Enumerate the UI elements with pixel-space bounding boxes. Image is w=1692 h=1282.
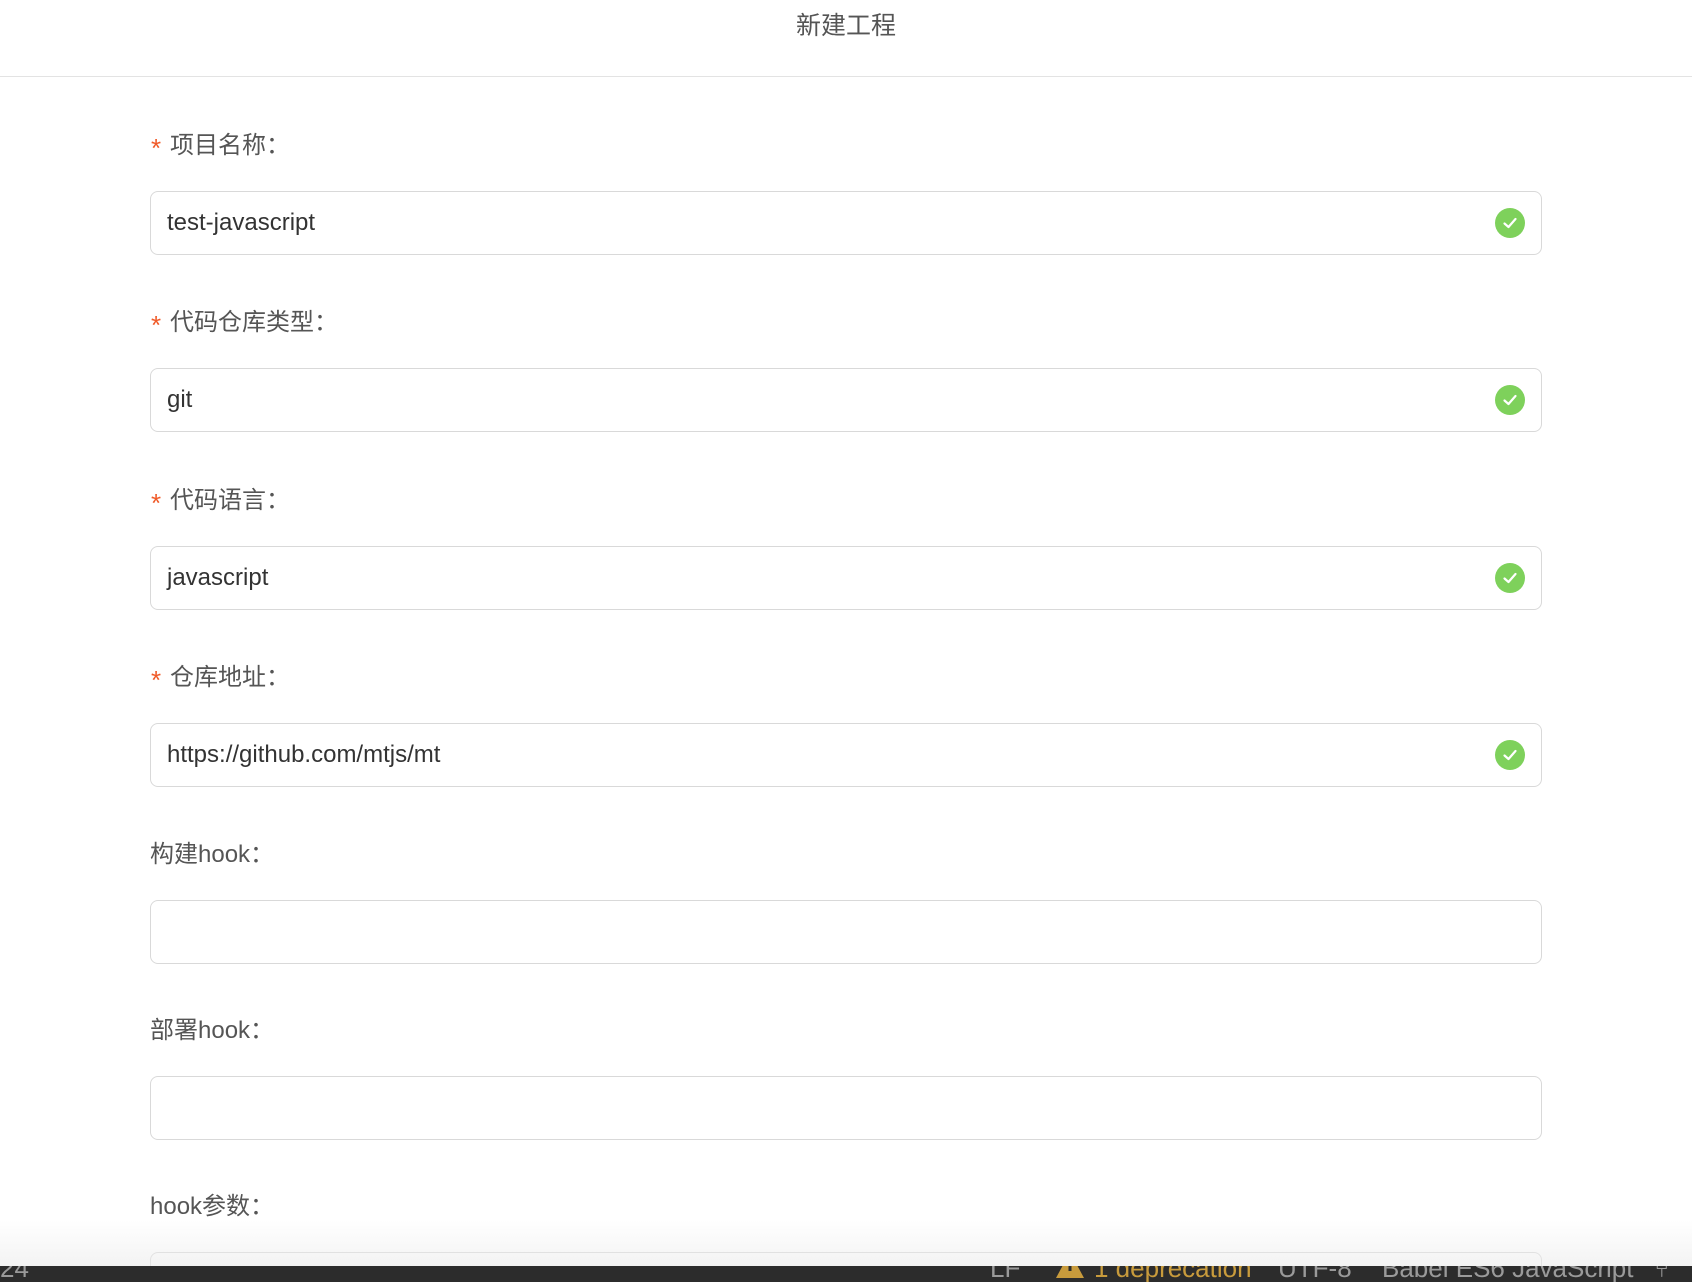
status-deprecation[interactable]: 1 deprecation (1094, 1266, 1252, 1282)
field-label: * 仓库地址： (150, 662, 1542, 695)
required-mark: * (150, 488, 162, 518)
warning-triangle-icon (1056, 1266, 1084, 1278)
input-value: https://github.com/mtjs/mt (167, 741, 441, 768)
form-item-build-hook: 构建hook： (150, 839, 1542, 964)
label-text: hook参数： (150, 1193, 275, 1220)
input-value: test-javascript (167, 209, 316, 236)
status-line-number[interactable]: 24 (0, 1266, 29, 1282)
label-text: 部署hook： (150, 1017, 275, 1044)
form-item-repo-url: * 仓库地址： https://github.com/mtjs/mt (150, 662, 1542, 787)
check-circle-icon (1495, 563, 1525, 593)
code-language-input[interactable]: javascript (150, 546, 1542, 610)
label-text: 代码仓库类型： (170, 309, 338, 336)
label-text: 代码语言： (170, 487, 290, 514)
check-circle-icon (1495, 740, 1525, 770)
status-grammar[interactable]: Babel ES6 JavaScript (1382, 1266, 1633, 1282)
required-mark: * (150, 310, 162, 340)
status-encoding[interactable]: UTF-8 (1278, 1266, 1352, 1282)
editor-status-bar: 24 LF 1 deprecation UTF-8 Babel ES6 Java… (0, 1266, 1692, 1282)
label-text: 构建hook： (150, 841, 275, 868)
field-label: * 代码语言： (150, 485, 1542, 518)
repo-url-input[interactable]: https://github.com/mtjs/mt (150, 723, 1542, 787)
form-item-project-name: * 项目名称： test-javascript (150, 130, 1542, 255)
build-hook-input[interactable] (150, 900, 1542, 964)
form-item-code-language: * 代码语言： javascript (150, 485, 1542, 610)
field-label: hook参数： (150, 1191, 1542, 1223)
modal-title: 新建工程 (795, 12, 896, 40)
required-mark: * (150, 665, 162, 695)
form-item-deploy-hook: 部署hook： (150, 1015, 1542, 1140)
field-label: 部署hook： (150, 1015, 1542, 1047)
label-text: 项目名称： (170, 132, 290, 159)
field-label: 构建hook： (150, 839, 1542, 871)
required-mark: * (150, 133, 162, 163)
field-label: * 项目名称： (150, 130, 1542, 163)
check-circle-icon (1495, 385, 1525, 415)
project-name-input[interactable]: test-javascript (150, 191, 1542, 255)
new-project-page: 新建工程 * 项目名称： test-javascript * 代码仓库类型： g… (0, 0, 1692, 1282)
status-line-ending[interactable]: LF (990, 1266, 1020, 1282)
git-icon[interactable]: ⑂ (1654, 1266, 1670, 1282)
label-text: 仓库地址： (170, 664, 290, 691)
form-item-repo-type: * 代码仓库类型： git (150, 307, 1542, 432)
check-circle-icon (1495, 208, 1525, 238)
field-label: * 代码仓库类型： (150, 307, 1542, 340)
input-value: javascript (167, 564, 269, 591)
repo-type-input[interactable]: git (150, 368, 1542, 432)
modal-header: 新建工程 (0, 0, 1692, 77)
scroll-fade (0, 1220, 1692, 1266)
deploy-hook-input[interactable] (150, 1076, 1542, 1140)
input-value: git (167, 386, 193, 413)
